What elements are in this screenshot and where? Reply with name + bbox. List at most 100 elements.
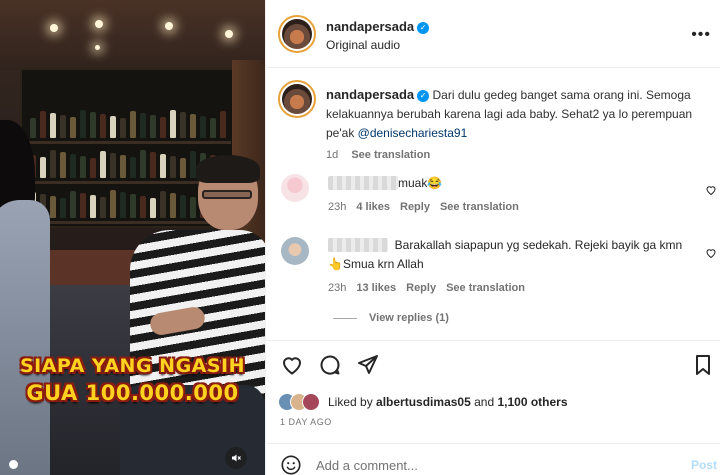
- video-caption-line2: GUA 100.000.000: [26, 381, 239, 405]
- bottle: [40, 111, 46, 138]
- avatar[interactable]: [278, 80, 316, 118]
- post-actions: Liked by albertusdimas05 and 1,100 other…: [266, 340, 720, 475]
- bottle: [160, 117, 166, 138]
- reel-video[interactable]: SIAPA YANG NGASIH GUA 100.000.000: [0, 0, 265, 475]
- bottle: [140, 150, 146, 178]
- bottle: [150, 198, 156, 218]
- bottle: [90, 112, 96, 138]
- liked-by: Liked by albertusdimas05 and 1,100 other…: [278, 393, 568, 411]
- video-progress-dot[interactable]: [9, 460, 18, 469]
- add-comment-input[interactable]: [316, 455, 646, 475]
- bottle: [90, 158, 96, 178]
- verified-badge-icon: ✓: [417, 21, 430, 34]
- post-panel: nandapersada ✓ Original audio ••• nandape…: [265, 0, 720, 475]
- sunglasses: [202, 190, 252, 199]
- bottle: [200, 116, 206, 138]
- bottle: [40, 157, 46, 178]
- see-translation-link[interactable]: See translation: [351, 149, 430, 161]
- bottle: [50, 150, 56, 178]
- bottle: [100, 151, 106, 178]
- avatar[interactable]: [302, 393, 320, 411]
- see-translation-link[interactable]: See translation: [440, 201, 519, 213]
- post-button[interactable]: Post: [691, 458, 717, 472]
- video-caption-line1: SIAPA YANG NGASIH: [19, 355, 246, 377]
- bottle: [180, 195, 186, 218]
- speaker-muted-icon: [232, 454, 241, 462]
- bottle: [120, 192, 126, 218]
- comment-icon[interactable]: [318, 353, 342, 377]
- avatar[interactable]: [281, 237, 309, 265]
- bottle: [100, 197, 106, 218]
- bottle: [180, 158, 186, 178]
- bottle: [130, 111, 136, 138]
- caption-time[interactable]: 1d: [326, 149, 338, 161]
- commenter-username-blurred[interactable]: [328, 238, 388, 252]
- bottle: [110, 153, 116, 178]
- bottle: [170, 110, 176, 138]
- emoji-icon[interactable]: [280, 454, 302, 475]
- bottle: [90, 195, 96, 218]
- bottle: [160, 191, 166, 218]
- liked-by-others[interactable]: 1,100 others: [497, 395, 567, 409]
- comment-like-heart-icon[interactable]: [705, 184, 717, 196]
- view-replies-label: View replies (1): [369, 312, 449, 324]
- bottle: [80, 156, 86, 178]
- comment-text: muak😂: [398, 176, 443, 190]
- bottle: [110, 190, 116, 218]
- commenter-username-blurred[interactable]: [328, 176, 398, 190]
- bottle: [150, 152, 156, 178]
- comment-like-heart-icon[interactable]: [705, 247, 717, 259]
- bottle: [80, 193, 86, 218]
- bottle: [170, 156, 176, 178]
- post-date[interactable]: 1 DAY AGO: [280, 417, 332, 427]
- bottle: [130, 157, 136, 178]
- bottle: [190, 114, 196, 138]
- avatar[interactable]: [278, 15, 316, 53]
- replies-divider-line: [333, 317, 357, 319]
- more-horizontal-icon[interactable]: •••: [691, 26, 711, 44]
- reply-button[interactable]: Reply: [400, 201, 430, 213]
- post-username[interactable]: nandapersada: [326, 19, 414, 34]
- bottle: [70, 117, 76, 138]
- liked-by-user[interactable]: albertusdimas05: [376, 395, 471, 409]
- view-replies-button[interactable]: View replies (1): [333, 312, 449, 324]
- bottle: [30, 118, 36, 138]
- comment-time[interactable]: 23h: [328, 201, 346, 213]
- verified-badge-icon: ✓: [417, 89, 430, 102]
- bottle: [50, 196, 56, 218]
- bottle: [60, 115, 66, 138]
- bottle: [160, 154, 166, 178]
- bottle: [60, 152, 66, 178]
- caption-mention[interactable]: @denisechariesta91: [358, 126, 468, 140]
- add-comment-row: Post: [266, 443, 720, 475]
- ceiling-light: [50, 24, 58, 32]
- reply-button[interactable]: Reply: [406, 282, 436, 294]
- share-icon[interactable]: [356, 353, 380, 377]
- mute-button[interactable]: [225, 447, 247, 469]
- bottle: [180, 112, 186, 138]
- person-left: [0, 200, 50, 475]
- audio-label[interactable]: Original audio: [326, 38, 400, 52]
- avatar[interactable]: [281, 174, 309, 202]
- bottle: [140, 113, 146, 138]
- see-translation-link[interactable]: See translation: [446, 282, 525, 294]
- comment-time[interactable]: 23h: [328, 282, 346, 294]
- comment-likes[interactable]: 13 likes: [356, 282, 396, 294]
- bottle: [70, 154, 76, 178]
- ceiling-light: [95, 20, 103, 28]
- liked-by-and: and: [474, 395, 495, 409]
- bottle: [150, 115, 156, 138]
- liked-by-prefix: Liked by: [328, 395, 373, 409]
- ceiling-light: [95, 45, 100, 50]
- bottle: [120, 118, 126, 138]
- bottle: [80, 110, 86, 138]
- caption-username[interactable]: nandapersada: [326, 87, 414, 102]
- heart-icon[interactable]: [280, 353, 304, 377]
- bottle: [50, 113, 56, 138]
- bookmark-icon[interactable]: [691, 353, 715, 377]
- comment-likes[interactable]: 4 likes: [356, 201, 390, 213]
- bottle: [120, 155, 126, 178]
- bottle: [190, 197, 196, 218]
- bottle: [210, 118, 216, 138]
- bottle: [60, 198, 66, 218]
